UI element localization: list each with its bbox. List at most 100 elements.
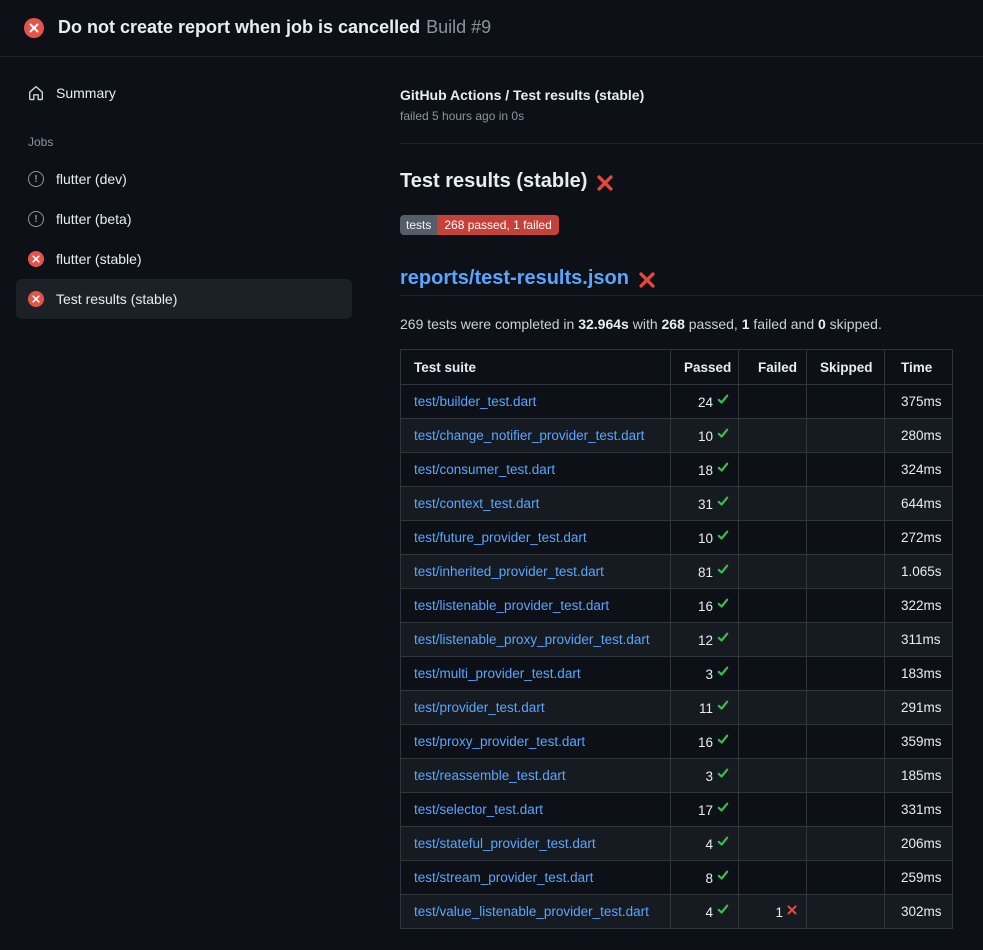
check-icon (717, 801, 729, 816)
passed-cell: 16 (671, 589, 739, 623)
exclamation-circle-icon: ! (28, 171, 44, 187)
suite-cell: test/multi_provider_test.dart (401, 657, 671, 691)
time-cell: 272ms (885, 521, 953, 555)
sidebar: Summary Jobs !flutter (dev)!flutter (bet… (0, 57, 368, 950)
suite-link[interactable]: test/consumer_test.dart (414, 462, 555, 477)
suite-cell: test/value_listenable_provider_test.dart (401, 895, 671, 929)
skipped-cell (807, 759, 885, 793)
suite-link[interactable]: test/stream_provider_test.dart (414, 870, 593, 885)
summary-text: failed and (750, 316, 819, 332)
table-row: test/builder_test.dart 24 375ms (401, 385, 953, 419)
check-icon (717, 393, 729, 408)
suite-link[interactable]: test/selector_test.dart (414, 802, 543, 817)
skipped-cell (807, 521, 885, 555)
passed-cell: 10 (671, 521, 739, 555)
table-row: test/multi_provider_test.dart3183ms (401, 657, 953, 691)
suite-link[interactable]: test/change_notifier_provider_test.dart (414, 428, 644, 443)
suite-link[interactable]: test/multi_provider_test.dart (414, 666, 581, 681)
table-row: test/proxy_provider_test.dart16359ms (401, 725, 953, 759)
check-icon (717, 903, 729, 918)
check-icon (717, 461, 729, 476)
passed-cell: 81 (671, 555, 739, 589)
suite-cell: test/proxy_provider_test.dart (401, 725, 671, 759)
main-content: GitHub Actions / Test results (stable) f… (368, 57, 983, 950)
time-cell: 322ms (885, 589, 953, 623)
skipped-cell (807, 895, 885, 929)
passed-cell: 16 (671, 725, 739, 759)
time-cell: 291ms (885, 691, 953, 725)
check-icon (717, 699, 729, 714)
passed-cell: 10 (671, 419, 739, 453)
table-row: test/provider_test.dart11291ms (401, 691, 953, 725)
skipped-cell (807, 419, 885, 453)
passed-cell: 4 (671, 895, 739, 929)
sidebar-item-test-results-stable[interactable]: Test results (stable) (16, 279, 352, 319)
table-row: test/value_listenable_provider_test.dart… (401, 895, 953, 929)
results-table: Test suite Passed Failed Skipped Time te… (400, 349, 953, 929)
check-icon (717, 563, 729, 578)
suite-cell: test/future_provider_test.dart (401, 521, 671, 555)
check-icon (717, 529, 729, 544)
passed-count: 4 (705, 836, 713, 851)
sidebar-item-summary[interactable]: Summary (16, 73, 352, 113)
badge-label: tests (400, 215, 437, 235)
time-cell: 311ms (885, 623, 953, 657)
time-cell: 375ms (885, 385, 953, 419)
passed-count: 8 (705, 870, 713, 885)
suite-link[interactable]: test/listenable_proxy_provider_test.dart (414, 632, 650, 647)
check-icon (717, 597, 729, 612)
table-row: test/future_provider_test.dart 10 272ms (401, 521, 953, 555)
table-row: test/stateful_provider_test.dart4206ms (401, 827, 953, 861)
summary-failed-count: 1 (742, 316, 750, 332)
page-header: Do not create report when job is cancell… (0, 0, 983, 57)
passed-cell: 3 (671, 759, 739, 793)
run-meta: failed 5 hours ago in 0s (400, 109, 952, 123)
cross-icon (787, 903, 797, 918)
report-heading: reports/test-results.json (400, 267, 983, 296)
divider (400, 143, 983, 144)
failed-cell (739, 623, 807, 657)
time-cell: 644ms (885, 487, 953, 521)
suite-cell: test/listenable_provider_test.dart (401, 589, 671, 623)
col-time: Time (885, 350, 953, 385)
failed-cell (739, 453, 807, 487)
suite-link[interactable]: test/future_provider_test.dart (414, 530, 587, 545)
suite-cell: test/inherited_provider_test.dart (401, 555, 671, 589)
suite-link[interactable]: test/context_test.dart (414, 496, 539, 511)
suite-link[interactable]: test/reassemble_test.dart (414, 768, 566, 783)
failed-cell (739, 861, 807, 895)
suite-link[interactable]: test/inherited_provider_test.dart (414, 564, 604, 579)
report-link[interactable]: reports/test-results.json (400, 267, 629, 290)
time-cell: 183ms (885, 657, 953, 691)
table-row: test/change_notifier_provider_test.dart 1… (401, 419, 953, 453)
page-title: Do not create report when job is cancell… (58, 17, 420, 37)
suite-cell: test/stream_provider_test.dart (401, 861, 671, 895)
suite-link[interactable]: test/value_listenable_provider_test.dart (414, 904, 649, 919)
check-icon (717, 631, 729, 646)
x-circle-icon (24, 18, 44, 38)
skipped-cell (807, 691, 885, 725)
table-row: test/inherited_provider_test.dart 81 1.065… (401, 555, 953, 589)
time-cell: 1.065s (885, 555, 953, 589)
suite-cell: test/provider_test.dart (401, 691, 671, 725)
failed-cell (739, 691, 807, 725)
failed-cell (739, 759, 807, 793)
failed-cell (739, 793, 807, 827)
check-icon (717, 495, 729, 510)
passed-cell: 8 (671, 861, 739, 895)
suite-link[interactable]: test/proxy_provider_test.dart (414, 734, 585, 749)
sidebar-item-flutter-stable[interactable]: flutter (stable) (16, 239, 352, 279)
passed-count: 24 (698, 394, 713, 409)
passed-count: 17 (698, 802, 713, 817)
passed-count: 3 (705, 768, 713, 783)
passed-count: 4 (705, 904, 713, 919)
suite-link[interactable]: test/builder_test.dart (414, 394, 536, 409)
sidebar-item-flutter-dev[interactable]: !flutter (dev) (16, 159, 352, 199)
suite-link[interactable]: test/listenable_provider_test.dart (414, 598, 609, 613)
suite-link[interactable]: test/provider_test.dart (414, 700, 545, 715)
table-row: test/consumer_test.dart18324ms (401, 453, 953, 487)
sidebar-item-label: flutter (stable) (56, 251, 142, 267)
page-title-line: Do not create report when job is cancell… (58, 17, 491, 39)
suite-link[interactable]: test/stateful_provider_test.dart (414, 836, 596, 851)
sidebar-item-flutter-beta[interactable]: !flutter (beta) (16, 199, 352, 239)
